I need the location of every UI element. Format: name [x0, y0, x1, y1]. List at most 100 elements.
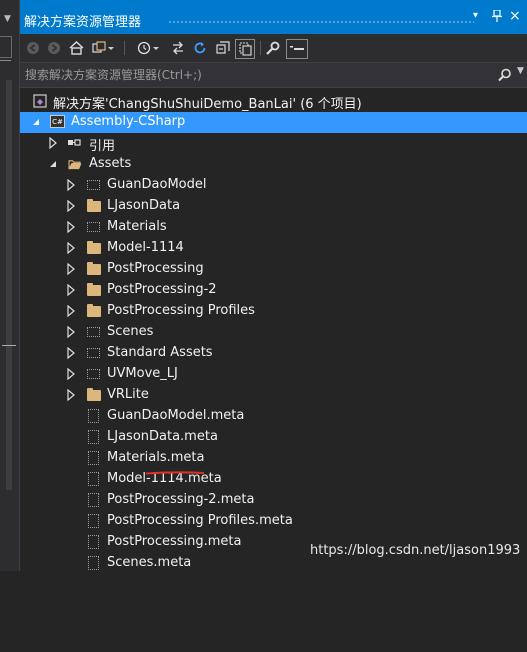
search-input[interactable] — [20, 63, 497, 87]
tree-item-folder[interactable]: PostProcessing — [20, 259, 527, 280]
adjacent-dropdown[interactable] — [0, 36, 12, 58]
excluded-folder-icon — [87, 178, 103, 192]
collapsed-arrow-icon[interactable] — [66, 262, 76, 276]
chevron-down-icon[interactable]: ▼ — [4, 14, 11, 24]
open-folder-icon — [68, 157, 84, 171]
collapsed-arrow-icon[interactable] — [66, 220, 76, 234]
tree-item-folder[interactable]: Standard Assets — [20, 343, 527, 364]
sync-icon[interactable] — [171, 39, 185, 57]
collapsed-arrow-icon[interactable] — [66, 346, 76, 360]
collapsed-arrow-icon[interactable] — [66, 241, 76, 255]
tree-item-solution[interactable]: 解决方案'ChangShuShuiDemo_BanLai' (6 个项目) — [20, 91, 527, 112]
excluded-folder-icon — [87, 346, 103, 360]
collapsed-arrow-icon[interactable] — [48, 136, 58, 150]
tree-item-label: PostProcessing — [107, 261, 204, 276]
collapsed-arrow-icon[interactable] — [66, 367, 76, 381]
tree-item-label: PostProcessing-2 — [107, 282, 217, 297]
panel-titlebar[interactable]: 解决方案资源管理器 ▾ × — [20, 0, 527, 34]
adjacent-scroll-marker — [2, 345, 16, 346]
tree-item-file[interactable]: PostProcessing Profiles.meta — [20, 511, 527, 532]
adjacent-scrollbar[interactable] — [6, 80, 12, 490]
collapsed-arrow-icon[interactable] — [66, 199, 76, 213]
tree-item-assets[interactable]: Assets — [20, 154, 527, 175]
home-icon[interactable] — [69, 39, 84, 57]
toolbar-separator — [260, 41, 261, 55]
tree-item-label: VRLite — [107, 387, 149, 402]
search-options-dropdown[interactable]: ▼ — [517, 66, 524, 76]
tree-item-folder[interactable]: PostProcessing-2 — [20, 280, 527, 301]
excluded-file-icon — [88, 535, 104, 549]
collapsed-arrow-icon[interactable] — [66, 388, 76, 402]
solution-tree: 解决方案'ChangShuShuiDemo_BanLai' (6 个项目) C#… — [20, 90, 527, 571]
folder-icon — [87, 283, 103, 297]
tree-item-file[interactable]: Model-1114.meta — [20, 469, 527, 490]
expanded-arrow-icon[interactable] — [48, 158, 58, 170]
solution-explorer-panel: 解决方案资源管理器 ▾ × 搜索解决方案资源管理器(Ctrl+;) ▼ 解决方案… — [20, 0, 527, 571]
folder-icon — [87, 388, 103, 402]
search-bar: ▼ — [20, 62, 527, 88]
folder-icon — [87, 199, 103, 213]
red-underline-annotation — [145, 471, 205, 475]
panel-toolbar — [20, 34, 527, 62]
watermark: https://blog.csdn.net/ljason1993 — [310, 543, 521, 558]
tree-item-file[interactable]: GuanDaoModel.meta — [20, 406, 527, 427]
panel-title: 解决方案资源管理器 — [24, 15, 142, 30]
tree-item-label: Materials — [107, 219, 167, 234]
tree-item-label: 解决方案'ChangShuShuiDemo_BanLai' (6 个项目) — [53, 97, 362, 112]
tree-item-references[interactable]: 引用 — [20, 133, 527, 154]
history-icon[interactable] — [137, 39, 159, 57]
preview-icon[interactable] — [286, 39, 308, 59]
tree-item-file[interactable]: LJasonData.meta — [20, 427, 527, 448]
tree-item-project[interactable]: C# Assembly-CSharp — [20, 112, 527, 133]
tree-item-folder[interactable]: Materials — [20, 217, 527, 238]
collapsed-arrow-icon[interactable] — [66, 325, 76, 339]
pin-icon[interactable] — [492, 9, 502, 25]
tree-item-label: LJasonData — [107, 198, 181, 213]
collapse-all-icon[interactable] — [216, 39, 230, 57]
tree-item-label: LJasonData.meta — [107, 429, 218, 444]
tree-item-file[interactable]: Materials.meta — [20, 448, 527, 469]
collapsed-arrow-icon[interactable] — [66, 283, 76, 297]
tree-item-label: Scenes — [107, 324, 154, 339]
excluded-folder-icon — [87, 220, 103, 234]
excluded-file-icon — [88, 514, 104, 528]
excluded-file-icon — [88, 409, 104, 423]
show-all-files-icon[interactable] — [235, 39, 255, 59]
tree-item-label: GuanDaoModel.meta — [107, 408, 245, 423]
folder-icon — [87, 241, 103, 255]
forward-icon[interactable] — [47, 39, 61, 57]
window-menu-button[interactable]: ▾ — [473, 10, 478, 21]
tree-item-folder[interactable]: Model-1114 — [20, 238, 527, 259]
adjacent-divider — [0, 60, 11, 75]
tree-item-label: UVMove_LJ — [107, 366, 178, 381]
tree-item-label: 引用 — [89, 139, 116, 154]
excluded-folder-icon — [87, 325, 103, 339]
close-icon[interactable]: × — [509, 8, 521, 24]
properties-icon[interactable] — [265, 39, 280, 57]
excluded-file-icon — [88, 451, 104, 465]
tree-item-label: PostProcessing Profiles — [107, 303, 255, 318]
collapsed-arrow-icon[interactable] — [66, 178, 76, 192]
tree-item-folder[interactable]: UVMove_LJ — [20, 364, 527, 385]
adjacent-panel-strip: ▼ — [0, 0, 20, 571]
tree-item-folder[interactable]: LJasonData — [20, 196, 527, 217]
tree-item-label: PostProcessing-2.meta — [107, 492, 255, 507]
titlebar-grip — [168, 20, 474, 23]
tree-item-folder[interactable]: VRLite — [20, 385, 527, 406]
expanded-arrow-icon[interactable] — [31, 116, 41, 128]
excluded-file-icon — [88, 472, 104, 486]
switch-views-icon[interactable] — [92, 39, 114, 57]
tree-item-folder[interactable]: Scenes — [20, 322, 527, 343]
tree-item-label: PostProcessing Profiles.meta — [107, 513, 293, 528]
refresh-icon[interactable] — [193, 39, 207, 57]
tree-item-folder[interactable]: GuanDaoModel — [20, 175, 527, 196]
excluded-folder-icon — [87, 367, 103, 381]
tree-item-label: Assembly-CSharp — [71, 114, 186, 129]
collapsed-arrow-icon[interactable] — [66, 304, 76, 318]
search-icon[interactable] — [498, 67, 512, 86]
tree-item-folder[interactable]: PostProcessing Profiles — [20, 301, 527, 322]
excluded-file-icon — [88, 430, 104, 444]
back-icon[interactable] — [26, 39, 40, 57]
tree-item-file[interactable]: PostProcessing-2.meta — [20, 490, 527, 511]
references-icon — [67, 136, 83, 150]
